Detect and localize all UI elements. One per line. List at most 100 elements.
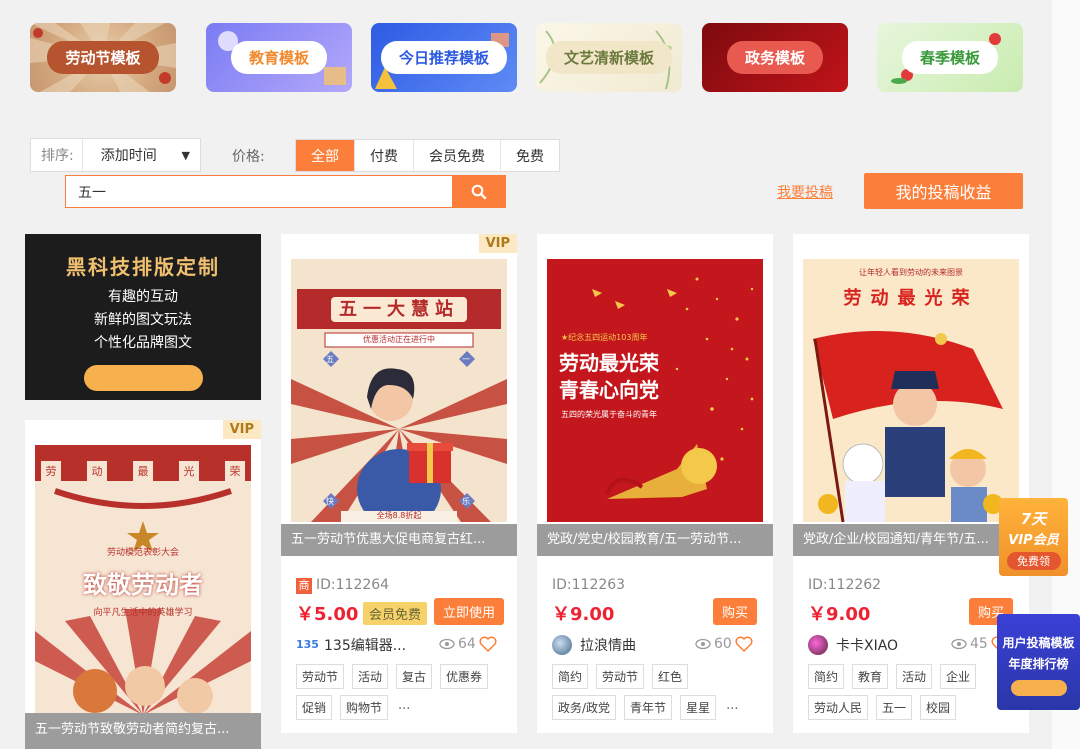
template-card[interactable]: VIP 劳 动 最 光 荣 劳动模范表彰大会 致敬劳动者 向平凡生活中的英雄学习… xyxy=(25,420,261,749)
search-input[interactable] xyxy=(66,176,452,207)
template-card[interactable]: 让年轻人看到劳动的未来图景 劳动最光荣 党政/企业/校园通知/青年节/五... … xyxy=(793,234,1029,733)
poster-char: 动 xyxy=(87,461,107,481)
tag[interactable]: 劳动节 xyxy=(296,664,345,689)
vip-title: VIP会员 xyxy=(1008,533,1059,548)
tag[interactable]: 校园 xyxy=(920,695,957,720)
category-label: 春季模板 xyxy=(901,41,998,74)
vip-trial-badge[interactable]: 7天 VIP会员 免费领 xyxy=(999,498,1068,576)
author[interactable]: 拉浪情曲 xyxy=(552,635,636,655)
member-free-tag: 会员免费 xyxy=(363,602,428,625)
template-price: ￥9.00 xyxy=(808,604,871,625)
tag[interactable]: 促销 xyxy=(296,695,333,720)
price-option-free[interactable]: 免费 xyxy=(501,140,559,171)
promo-line: 个性化品牌图文 xyxy=(94,335,192,351)
category-card-today-recommend[interactable]: 今日推荐模板 xyxy=(371,23,517,92)
tag[interactable]: 教育 xyxy=(852,664,889,689)
author-name: 拉浪情曲 xyxy=(580,638,636,654)
tag[interactable]: 五一 xyxy=(876,695,913,720)
tag[interactable]: 红色 xyxy=(652,664,689,689)
vip-badge: VIP xyxy=(478,234,517,253)
tags-more[interactable]: ... xyxy=(724,695,740,720)
poster-char: 光 xyxy=(179,461,199,481)
price-option-member-free[interactable]: 会员免费 xyxy=(414,140,501,171)
template-caption: 党政/党史/校园教育/五一劳动节... xyxy=(537,524,773,556)
price-option-all[interactable]: 全部 xyxy=(296,140,355,171)
poster-small-text: ★纪念五四运动103周年 xyxy=(561,333,648,342)
category-label: 政务模板 xyxy=(726,41,823,74)
category-card-spring[interactable]: 春季模板 xyxy=(877,23,1023,92)
search-button[interactable] xyxy=(452,176,505,207)
earnings-button[interactable]: 我的投稿收益 xyxy=(864,173,1023,209)
category-card-labor-day[interactable]: 劳动节模板 xyxy=(30,23,176,92)
sort-select[interactable]: 排序: 添加时间 ▼ xyxy=(30,138,201,172)
promo-line: 有趣的互动 xyxy=(108,289,178,305)
category-card-literary[interactable]: 文艺清新模板 xyxy=(536,23,682,92)
price-option-paid[interactable]: 付费 xyxy=(355,140,414,171)
tag[interactable]: 星星 xyxy=(680,695,717,720)
vip-free-button[interactable]: 免费领 xyxy=(1006,552,1061,570)
poster-corner: 一 xyxy=(462,355,470,364)
author-logo-icon: 135 xyxy=(296,638,319,651)
template-price: ￥5.00 xyxy=(296,604,359,625)
promo-title: 黑科技排版定制 xyxy=(66,255,220,279)
poster-char: 最 xyxy=(133,461,153,481)
eye-icon xyxy=(439,638,455,650)
category-label: 文艺清新模板 xyxy=(545,41,672,74)
tag-list: 简约 教育 活动 企业 劳动人民 五一 校园 xyxy=(808,664,1018,720)
author[interactable]: 135 135编辑器... xyxy=(296,635,406,655)
tag[interactable]: 复古 xyxy=(396,664,433,689)
ranking-badge[interactable]: 用户投稿模板 年度排行榜 xyxy=(997,614,1080,710)
view-count: 64 xyxy=(458,636,476,652)
search-bar xyxy=(65,175,506,208)
promo-line: 新鲜的图文玩法 xyxy=(94,312,192,328)
tag[interactable]: 活动 xyxy=(352,664,389,689)
search-icon xyxy=(471,184,486,199)
author-name: 135编辑器... xyxy=(324,638,407,654)
shop-icon: 商 xyxy=(296,578,312,594)
template-thumbnail: 让年轻人看到劳动的未来图景 劳动最光荣 xyxy=(803,259,1019,522)
ranking-button[interactable] xyxy=(1010,680,1067,696)
ranking-line: 年度排行榜 xyxy=(1008,657,1069,671)
tag[interactable]: 劳动节 xyxy=(596,664,645,689)
tag[interactable]: 优惠券 xyxy=(440,664,489,689)
chevron-down-icon: ▼ xyxy=(181,148,190,162)
category-card-government[interactable]: 政务模板 xyxy=(702,23,848,92)
template-card[interactable]: ★纪念五四运动103周年 劳动最光荣 青春心向党 五四的荣光属于奋斗的青年 党政… xyxy=(537,234,773,733)
category-label: 今日推荐模板 xyxy=(380,41,507,74)
tag[interactable]: 企业 xyxy=(940,664,977,689)
poster-title-line: 青春心向党 xyxy=(559,378,659,402)
price-label: 价格: xyxy=(232,149,265,165)
poster-title-line: 劳动最光荣 xyxy=(559,351,659,375)
submit-link[interactable]: 我要投稿 xyxy=(777,182,833,202)
tag[interactable]: 政务/政党 xyxy=(552,695,617,720)
tag[interactable]: 简约 xyxy=(552,664,589,689)
buy-button[interactable]: 购买 xyxy=(713,598,758,625)
avatar xyxy=(808,635,828,655)
poster-subtitle: 五四的荣光属于奋斗的青年 xyxy=(561,410,657,419)
author-name: 卡卡XIAO xyxy=(836,638,899,654)
use-now-button[interactable]: 立即使用 xyxy=(434,598,505,625)
template-id: ID:112264 xyxy=(316,577,390,593)
poster-small-text: 让年轻人看到劳动的未来图景 xyxy=(859,268,963,277)
category-card-education[interactable]: 教育模板 xyxy=(206,23,352,92)
tag[interactable]: 简约 xyxy=(808,664,845,689)
tag[interactable]: 劳动人民 xyxy=(808,695,869,720)
author[interactable]: 卡卡XIAO xyxy=(808,635,898,655)
tag[interactable]: 青年节 xyxy=(624,695,673,720)
template-thumbnail: ★纪念五四运动103周年 劳动最光荣 青春心向党 五四的荣光属于奋斗的青年 xyxy=(547,259,763,522)
heart-icon[interactable] xyxy=(479,636,497,652)
eye-icon xyxy=(695,638,711,650)
tags-more[interactable]: ... xyxy=(396,695,412,720)
tag[interactable]: 购物节 xyxy=(340,695,389,720)
heart-icon[interactable] xyxy=(735,636,753,652)
promo-banner[interactable]: 黑科技排版定制 有趣的互动 新鲜的图文玩法 个性化品牌图文 xyxy=(25,234,261,400)
promo-button[interactable] xyxy=(83,365,203,391)
tag[interactable]: 活动 xyxy=(896,664,933,689)
category-label: 教育模板 xyxy=(230,41,327,74)
view-count: 60 xyxy=(714,636,732,652)
template-card[interactable]: VIP 五一大慧站 优惠活动正在进行中 五 一 快 乐 全场8.8折起 五一劳动… xyxy=(281,234,517,733)
poster-title: 劳动最光荣 xyxy=(843,288,979,309)
template-id: ID:112263 xyxy=(552,577,626,593)
price-filter: 全部 付费 会员免费 免费 xyxy=(295,139,560,172)
poster-title: 五一大慧站 xyxy=(331,297,467,322)
